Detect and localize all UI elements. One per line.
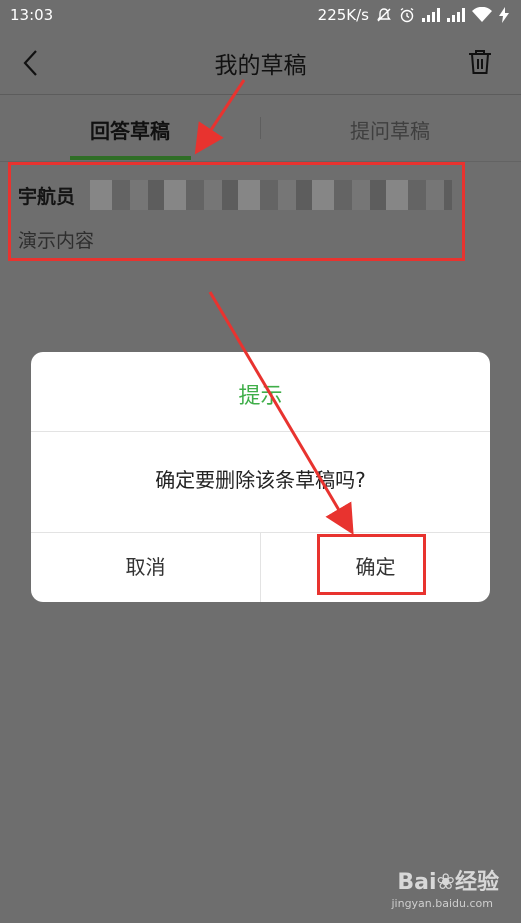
alarm-icon [399, 7, 415, 23]
watermark-brand-a: Bai [397, 870, 437, 895]
status-time: 13:03 [10, 6, 54, 24]
draft-tabs: 回答草稿 提问草稿 [0, 95, 521, 162]
dialog-title: 提示 [238, 384, 283, 409]
wifi-icon [472, 7, 492, 23]
mute-icon [376, 7, 392, 23]
dialog-message: 确定要删除该条草稿吗? [155, 468, 366, 492]
charging-icon [499, 7, 509, 23]
tab-answer-drafts[interactable]: 回答草稿 [70, 115, 190, 144]
annotation-box-confirm [317, 534, 426, 595]
dialog-divider [31, 431, 490, 432]
tab-indicator [70, 156, 191, 160]
status-icons: 225K/s [318, 6, 509, 24]
baidu-watermark: Bai❀经验 [397, 864, 499, 896]
tab-divider [260, 117, 261, 139]
trash-icon[interactable] [467, 48, 493, 76]
watermark-brand-b: 经验 [454, 870, 499, 895]
status-bar: 13:03 225K/s [0, 0, 521, 32]
signal-icon-2 [447, 8, 465, 22]
annotation-box-draft [8, 162, 465, 261]
page-title: 我的草稿 [214, 53, 307, 79]
watermark-url: jingyan.baidu.com [391, 897, 493, 910]
app-header: 我的草稿 [0, 32, 521, 95]
signal-icon [422, 8, 440, 22]
network-speed: 225K/s [317, 6, 369, 24]
tab-question-drafts[interactable]: 提问草稿 [330, 115, 450, 144]
cancel-button[interactable]: 取消 [31, 533, 260, 602]
paw-icon: ❀ [436, 870, 455, 895]
